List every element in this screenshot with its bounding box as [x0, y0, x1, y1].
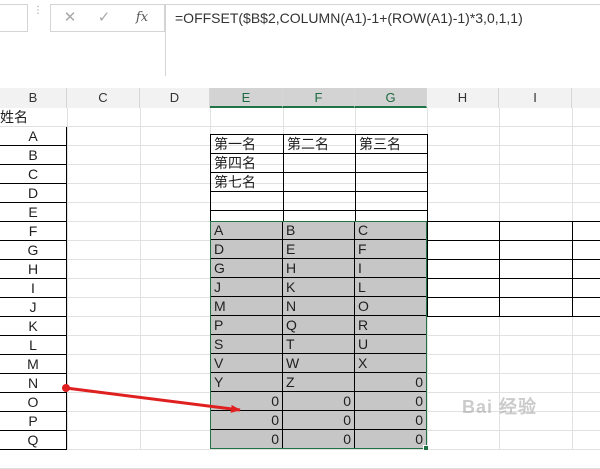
gridline-v: [140, 108, 141, 450]
column-header-overflow: [572, 88, 600, 108]
name-cell[interactable]: J: [0, 298, 67, 317]
watermark-logo: Bai 经验: [462, 397, 538, 417]
name-cell[interactable]: G: [0, 241, 67, 260]
name-cell[interactable]: K: [0, 317, 67, 336]
column-header-b[interactable]: B: [0, 88, 67, 108]
name-cell[interactable]: Q: [0, 431, 67, 450]
empty-bordered-cell[interactable]: [572, 259, 600, 279]
rank-cell[interactable]: [210, 191, 284, 211]
selection-range: [210, 221, 427, 449]
empty-bordered-cell[interactable]: [572, 221, 600, 241]
rank-cell[interactable]: [355, 153, 428, 173]
formula-input[interactable]: =OFFSET($B$2,COLUMN(A1)-1+(ROW(A1)-1)*3,…: [165, 4, 600, 76]
column-b-header: 姓名: [0, 109, 28, 125]
rank-cell[interactable]: 第七名: [210, 172, 284, 192]
rank-cell[interactable]: [355, 172, 428, 192]
name-cell[interactable]: O: [0, 393, 67, 412]
name-cell[interactable]: N: [0, 374, 67, 393]
name-cell[interactable]: D: [0, 184, 67, 203]
name-cell[interactable]: F: [0, 222, 67, 241]
name-cell[interactable]: B: [0, 146, 67, 165]
gridline-v: [67, 108, 68, 450]
rank-cell[interactable]: [283, 172, 356, 192]
empty-bordered-cell[interactable]: [572, 240, 600, 260]
rank-cell[interactable]: 第二名: [283, 134, 356, 154]
name-cell[interactable]: M: [0, 355, 67, 374]
column-header-f[interactable]: F: [283, 88, 355, 108]
empty-bordered-cell[interactable]: [572, 297, 600, 317]
rank-cell[interactable]: 第四名: [210, 153, 284, 173]
empty-bordered-cell[interactable]: [572, 278, 600, 298]
enter-check-icon[interactable]: ✓: [92, 6, 116, 30]
gridline-h: [0, 126, 600, 127]
empty-bordered-cell[interactable]: [427, 297, 500, 317]
rank-cell[interactable]: [283, 153, 356, 173]
column-header-c[interactable]: C: [67, 88, 140, 108]
insert-function-icon[interactable]: fx: [129, 6, 155, 30]
rank-cell[interactable]: 第三名: [355, 134, 428, 154]
rank-cell[interactable]: [283, 191, 356, 211]
name-box[interactable]: [0, 4, 28, 32]
name-cell[interactable]: E: [0, 203, 67, 222]
empty-bordered-cell[interactable]: [499, 278, 573, 298]
column-header-e[interactable]: E: [210, 88, 283, 108]
rank-cell[interactable]: 第一名: [210, 134, 284, 154]
empty-bordered-cell[interactable]: [499, 259, 573, 279]
fill-handle[interactable]: [423, 445, 429, 451]
name-cell[interactable]: I: [0, 279, 67, 298]
empty-bordered-cell[interactable]: [427, 221, 500, 241]
name-cell[interactable]: C: [0, 165, 67, 184]
name-cell[interactable]: P: [0, 412, 67, 431]
empty-bordered-cell[interactable]: [499, 221, 573, 241]
name-cell[interactable]: H: [0, 260, 67, 279]
empty-bordered-cell[interactable]: [427, 278, 500, 298]
resize-dots-icon[interactable]: ⋮: [33, 6, 43, 29]
rank-cell[interactable]: [355, 191, 428, 211]
name-cell[interactable]: L: [0, 336, 67, 355]
empty-bordered-cell[interactable]: [499, 297, 573, 317]
column-header-g[interactable]: G: [355, 88, 427, 108]
cancel-icon[interactable]: ✕: [58, 6, 82, 30]
empty-bordered-cell[interactable]: [499, 240, 573, 260]
column-header-i[interactable]: I: [499, 88, 572, 108]
empty-bordered-cell[interactable]: [427, 240, 500, 260]
empty-bordered-cell[interactable]: [427, 259, 500, 279]
column-header-h[interactable]: H: [427, 88, 499, 108]
column-header-d[interactable]: D: [140, 88, 210, 108]
name-cell[interactable]: A: [0, 127, 67, 146]
